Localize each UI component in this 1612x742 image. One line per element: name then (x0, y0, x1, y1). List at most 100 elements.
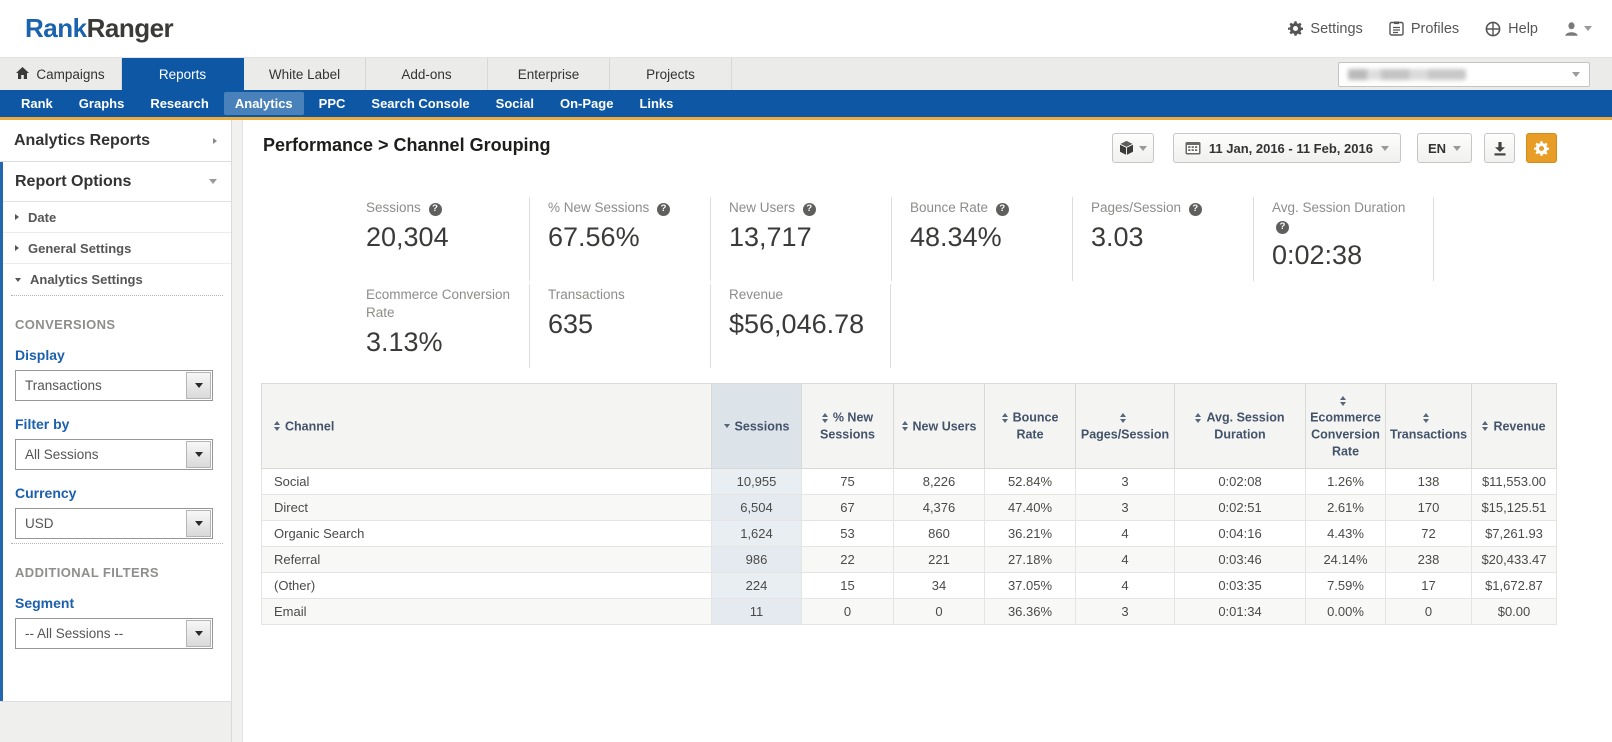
help-icon[interactable]: ? (429, 203, 442, 216)
cell: 34 (894, 573, 985, 599)
header-link-profiles[interactable]: Profiles (1389, 21, 1459, 37)
channel-grouping-table: Channel Sessions% New SessionsNew UsersBo… (261, 383, 1557, 625)
cell: 67 (802, 495, 894, 521)
subtab-rank[interactable]: Rank (10, 92, 64, 115)
select-filter-by[interactable]: All Sessions (15, 439, 213, 470)
chevron-right-icon (15, 214, 19, 220)
campaign-selector[interactable] (1338, 62, 1590, 87)
column-header-sessions[interactable]: Sessions (712, 384, 802, 469)
column-header-bounce-rate[interactable]: Bounce Rate (985, 384, 1076, 469)
sidebar-option-date[interactable]: Date (3, 202, 231, 233)
subtab-search-console[interactable]: Search Console (360, 92, 480, 115)
table-row: (Other)224153437.05%40:03:357.59%17$1,67… (262, 573, 1557, 599)
select-dropdown-button[interactable] (186, 372, 211, 399)
body: Analytics Reports Report Options Date Gen… (0, 120, 1612, 742)
subtab-links[interactable]: Links (628, 92, 684, 115)
select-segment[interactable]: -- All Sessions -- (15, 618, 213, 649)
date-range-button[interactable]: 11 Jan, 2016 - 11 Feb, 2016 (1173, 133, 1401, 163)
subtab-graphs[interactable]: Graphs (68, 92, 136, 115)
header-link-settings[interactable]: Settings (1288, 21, 1362, 37)
sort-desc-icon (724, 424, 730, 428)
tab-campaigns[interactable]: Campaigns (0, 58, 122, 90)
chevron-right-icon (213, 138, 217, 144)
sidebar-panel-analytics-reports[interactable]: Analytics Reports (0, 120, 231, 162)
column-header-new-users[interactable]: New Users (894, 384, 985, 469)
field-label-display: Display (15, 347, 217, 363)
help-icon (1485, 21, 1501, 37)
main-tabbar: CampaignsReports White Label Add-onsEnterp… (0, 57, 1612, 90)
cell: 2.61% (1306, 495, 1386, 521)
table-row: Direct6,504674,37647.40%30:02:512.61%170… (262, 495, 1557, 521)
help-icon[interactable]: ? (1189, 203, 1202, 216)
metric-value: 0:02:38 (1272, 240, 1419, 271)
sidebar-panel-title: Analytics Reports (14, 132, 150, 150)
subtab-on-page[interactable]: On-Page (549, 92, 624, 115)
metric-value: 20,304 (366, 222, 515, 253)
select-currency[interactable]: USD (15, 508, 213, 539)
tab-white-label[interactable]: White Label (244, 58, 366, 90)
table-row: Social10,955758,22652.84%30:02:081.26%13… (262, 469, 1557, 495)
column-header-pages-session[interactable]: Pages/Session (1076, 384, 1175, 469)
subtab-ppc[interactable]: PPC (308, 92, 357, 115)
help-icon[interactable]: ? (803, 203, 816, 216)
cell: 0:03:46 (1175, 547, 1306, 573)
metric-value: 48.34% (910, 222, 1058, 253)
column-header-ecommerce-conversion-rate[interactable]: Ecommerce Conversion Rate (1306, 384, 1386, 469)
select-dropdown-button[interactable] (186, 510, 211, 537)
select-display[interactable]: Transactions (15, 370, 213, 401)
tab-add-ons[interactable]: Add-ons (366, 58, 488, 90)
chevron-down-icon (195, 631, 203, 636)
cell: 0 (1386, 599, 1472, 625)
sidebar-option-analytics-settings[interactable]: Analytics Settings (3, 264, 231, 295)
sidebar-option-general-settings[interactable]: General Settings (3, 233, 231, 264)
cell: 221 (894, 547, 985, 573)
report-settings-button[interactable] (1526, 133, 1557, 163)
cell: 0:01:34 (1175, 599, 1306, 625)
help-icon[interactable]: ? (657, 203, 670, 216)
column-label: Channel (285, 419, 334, 433)
tab-projects[interactable]: Projects (610, 58, 732, 90)
language-button[interactable]: EN (1417, 133, 1472, 163)
column-header-transactions[interactable]: Transactions (1386, 384, 1472, 469)
help-icon[interactable]: ? (996, 203, 1009, 216)
metric-value: 67.56% (548, 222, 696, 253)
help-icon[interactable]: ? (1276, 221, 1289, 234)
chevron-down-icon (1381, 146, 1389, 151)
subtab-research[interactable]: Research (139, 92, 220, 115)
sort-icon (1423, 413, 1429, 423)
metric-transactions: Transactions635 (529, 284, 710, 368)
dotted-divider (11, 543, 223, 544)
cell: 1.26% (1306, 469, 1386, 495)
report-options-header[interactable]: Report Options (3, 162, 231, 202)
column-header-channel[interactable]: Channel (262, 384, 712, 469)
sidebar-option-label: General Settings (28, 241, 131, 256)
column-header-avg-session-duration[interactable]: Avg. Session Duration (1175, 384, 1306, 469)
subtab-social[interactable]: Social (485, 92, 545, 115)
cube-icon (1119, 140, 1134, 156)
user-menu[interactable] (1564, 22, 1592, 36)
logo[interactable]: RankRanger (25, 13, 173, 44)
header-links: Settings Profiles Help (1288, 21, 1592, 37)
column-label: Pages/Session (1081, 427, 1169, 441)
select-dropdown-button[interactable] (186, 620, 211, 647)
tab-enterprise[interactable]: Enterprise (488, 58, 610, 90)
column-header-new-sessions[interactable]: % New Sessions (802, 384, 894, 469)
tab-label: White Label (269, 67, 340, 82)
chevron-down-icon (1584, 26, 1592, 31)
obscured-campaign-name (1348, 69, 1466, 80)
metric-value: $56,046.78 (729, 309, 876, 340)
column-label: Avg. Session Duration (1206, 410, 1284, 441)
sidebar-option-label: Date (28, 210, 56, 225)
column-header-revenue[interactable]: Revenue (1472, 384, 1557, 469)
report-options-list: Date General Settings Analytics Settings (3, 202, 231, 295)
tab-reports[interactable]: Reports (122, 58, 244, 90)
gear-icon (1288, 21, 1303, 36)
select-dropdown-button[interactable] (186, 441, 211, 468)
metric-label-text: Avg. Session Duration (1272, 200, 1405, 215)
header-link-help[interactable]: Help (1485, 21, 1538, 37)
download-button[interactable] (1484, 133, 1515, 163)
subtab-analytics[interactable]: Analytics (224, 92, 304, 115)
cell: 238 (1386, 547, 1472, 573)
cell: 4.43% (1306, 521, 1386, 547)
report-view-button[interactable] (1112, 133, 1154, 163)
